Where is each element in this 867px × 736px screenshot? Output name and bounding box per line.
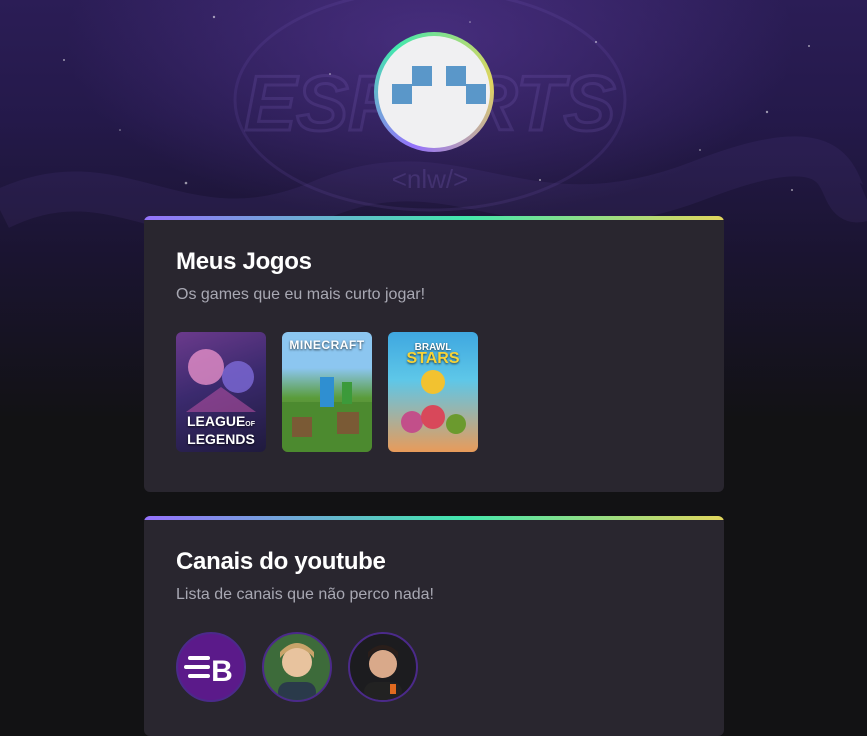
channel-rocketseat[interactable]: B — [176, 632, 246, 702]
person-avatar-icon — [364, 645, 402, 700]
rocketseat-logo-icon: B — [184, 655, 233, 688]
games-subtitle: Os games que eu mais curto jogar! — [176, 286, 426, 303]
game-league-of-legends[interactable]: LEAGUEOF LEGENDS — [176, 332, 266, 452]
league-title-line2: LEGENDS — [187, 431, 255, 447]
person-avatar-icon — [278, 643, 316, 700]
game-brawl-stars[interactable]: BRAWL STARS — [388, 332, 478, 452]
game-minecraft[interactable]: MINECRAFT — [282, 332, 372, 452]
games-list: LEAGUEOF LEGENDS MINECRAFT BRAWL STARS — [176, 332, 478, 452]
league-title-line1: LEAGUE — [186, 413, 246, 429]
channels-list: B — [176, 632, 418, 702]
youtube-card: Canais do youtube Lista de canais que nã… — [144, 516, 724, 736]
minecraft-title: MINECRAFT — [289, 338, 365, 352]
rocketseat-letter: B — [211, 655, 233, 688]
games-title: Meus Jogos — [176, 248, 312, 275]
channel-blond-man[interactable] — [262, 632, 332, 702]
identicon-icon — [392, 66, 486, 104]
youtube-title: Canais do youtube — [176, 548, 386, 575]
brawl-title-line2: STARS — [406, 350, 460, 367]
channel-dark-hair-man[interactable] — [348, 632, 418, 702]
youtube-subtitle: Lista de canais que não perco nada! — [176, 586, 434, 603]
games-card: Meus Jogos Os games que eu mais curto jo… — [144, 216, 724, 492]
league-title-of: OF — [245, 421, 256, 428]
profile-avatar — [374, 32, 494, 152]
